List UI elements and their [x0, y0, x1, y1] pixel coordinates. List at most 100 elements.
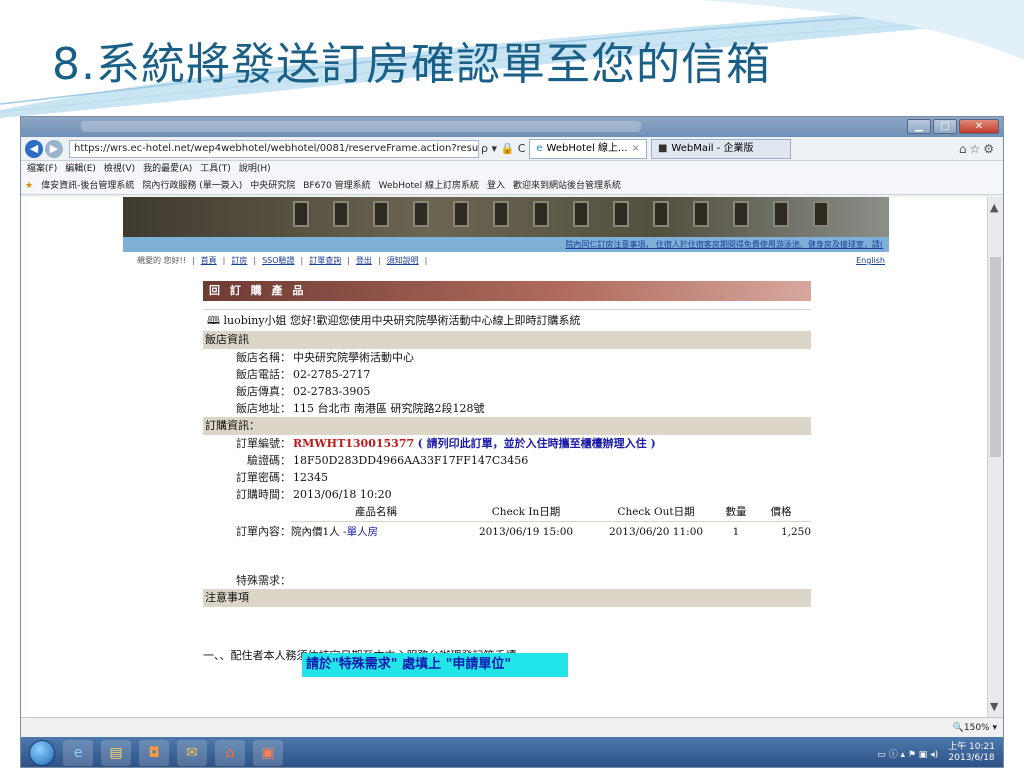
nav-order-query[interactable]: 訂單查詢: [309, 254, 341, 268]
tray-icons[interactable]: ▭ ⓘ ▴ ⚑ ▣ ◂): [877, 747, 938, 760]
star-icon[interactable]: ☆: [969, 142, 983, 156]
favorites-bar: ★ 偉安資訊-後台管理系統 院內行政服務 (單一簽入) 中央研究院 BF670 …: [21, 177, 1003, 195]
vertical-scrollbar[interactable]: ▲ ▼: [987, 197, 1003, 717]
mail-taskbar-icon[interactable]: ✉: [177, 740, 207, 766]
table-header-row: 產品名稱 Check In日期 Check Out日期 數量 價格: [291, 503, 811, 522]
system-tray: ▭ ⓘ ▴ ⚑ ▣ ◂) 上午 10:21 2013/6/18: [877, 742, 995, 764]
hotel-phone: 02-2785-2717: [293, 368, 371, 381]
minimize-button[interactable]: ▁: [907, 119, 931, 134]
page-viewport: 院內同仁訂房注意事項， 住宿人於住宿客房期間得免費使用游泳池、健身房及撞球室，請…: [21, 197, 989, 717]
order-number-note: ( 請列印此訂單，並於入住時攜至櫃檯辦理入住 ): [417, 437, 656, 450]
english-link[interactable]: English: [856, 254, 889, 268]
product-qty: 1: [732, 525, 740, 538]
window-titlebar: ▁ □ ✕: [21, 117, 1003, 137]
product-checkout: 2013/06/20 11:00: [608, 525, 704, 538]
special-request-callout: 請於"特殊需求" 處填上 "申請單位": [302, 653, 568, 677]
order-number: RMWHT130015377: [293, 437, 415, 450]
hotel-fax-label: 飯店傳真：: [236, 385, 291, 398]
hotel-address: 115 台北市 南港區 研究院路2段128號: [293, 402, 485, 415]
gear-icon[interactable]: ⚙: [983, 142, 997, 156]
menu-tools[interactable]: 工具(T): [200, 161, 231, 177]
nav-logout[interactable]: 登出: [356, 254, 372, 268]
site-nav-row: 親愛的 您好!! | 首頁 | 訂房 | SSO驗證 | 訂單查詢 | 登出 | 須知說明…: [123, 254, 889, 268]
nav-sso[interactable]: SSO驗證: [262, 254, 294, 268]
fav-item[interactable]: 登入: [487, 177, 505, 194]
tab-webhotel[interactable]: e WebHotel 線上... ×: [529, 138, 647, 159]
order-info-heading: 訂購資訊：: [203, 417, 811, 435]
menu-favorites[interactable]: 我的最愛(A): [143, 161, 192, 177]
menu-bar: 檔案(F) 編輯(E) 檢視(V) 我的最愛(A) 工具(T) 說明(H): [21, 161, 1003, 177]
menu-file[interactable]: 檔案(F): [27, 161, 57, 177]
nav-instructions[interactable]: 須知說明: [387, 254, 419, 268]
fav-item[interactable]: 歡迎來到網站後台管理系統: [513, 177, 621, 194]
col-checkout: Check Out日期: [591, 503, 721, 522]
product-price: 1,250: [780, 525, 811, 538]
order-section-header: 回 訂 購 產 品: [203, 281, 811, 301]
forward-button[interactable]: ▶: [45, 139, 63, 158]
verify-code: 18F50D283DD4966AA33F17FF147C3456: [293, 454, 529, 467]
verify-code-label: 驗證碼：: [247, 454, 291, 467]
welcome-message: 🕮 luobiny小姐 您好!歡迎您使用中央研究院學術活動中心線上即時訂購系統: [203, 309, 811, 331]
close-tab-icon[interactable]: ×: [632, 140, 640, 158]
fav-item[interactable]: 院內行政服務 (單一簽入): [142, 177, 242, 194]
order-time-label: 訂購時間：: [236, 488, 291, 501]
fav-item[interactable]: BF670 管理系統: [303, 177, 370, 194]
favorites-star-icon[interactable]: ★: [25, 177, 33, 194]
order-content-label: 訂單內容：: [236, 524, 291, 538]
ie-tab-icon: e: [536, 142, 543, 154]
nav-booking[interactable]: 訂房: [231, 254, 247, 268]
folder-taskbar-icon[interactable]: ▤: [101, 740, 131, 766]
hotel-phone-label: 飯店電話：: [236, 368, 291, 381]
fav-item[interactable]: 偉安資訊-後台管理系統: [41, 177, 134, 194]
zoom-level[interactable]: 🔍150% ▾: [953, 723, 997, 733]
menu-view[interactable]: 檢視(V): [104, 161, 135, 177]
site-banner-image: [123, 197, 889, 237]
tab-webmail[interactable]: ■ WebMail - 企業版: [650, 138, 791, 159]
nav-home[interactable]: 首頁: [201, 254, 217, 268]
hotel-name-label: 飯店名稱：: [236, 351, 291, 364]
book-icon: 🕮: [207, 314, 224, 327]
order-time: 2013/06/18 10:20: [293, 488, 392, 501]
col-product-name: 產品名稱: [291, 503, 461, 522]
product-checkin: 2013/06/19 15:00: [478, 525, 574, 538]
address-tools[interactable]: ρ ▾ 🔒 C: [481, 142, 525, 155]
outlook-taskbar-icon[interactable]: ◘: [139, 740, 169, 766]
special-request-label: 特殊需求：: [236, 573, 291, 587]
taskbar: e ▤ ◘ ✉ ⌂ ▣ ▭ ⓘ ▴ ⚑ ▣ ◂) 上午 10:21 2013/6…: [21, 737, 1003, 767]
arrow-right-icon: ▶: [49, 142, 59, 155]
menu-edit[interactable]: 編輯(E): [65, 161, 96, 177]
notice-link[interactable]: 院內同仁訂房注意事項， 住宿人於住宿客房期間得免費使用游泳池、健身房及撞球室，請…: [123, 237, 889, 252]
close-button[interactable]: ✕: [959, 119, 999, 134]
clock[interactable]: 上午 10:21 2013/6/18: [948, 742, 995, 764]
menu-help[interactable]: 說明(H): [239, 161, 271, 177]
notice-heading: 注意事項: [203, 588, 811, 607]
hotel-name: 中央研究院學術活動中心: [293, 351, 414, 364]
col-checkin: Check In日期: [461, 503, 591, 522]
product-table: 產品名稱 Check In日期 Check Out日期 數量 價格: [291, 503, 811, 522]
browser-tool-icons[interactable]: ⌂☆⚙: [959, 142, 997, 156]
home-taskbar-icon[interactable]: ⌂: [215, 740, 245, 766]
arrow-left-icon: ◀: [29, 142, 39, 155]
special-request-field[interactable]: [291, 572, 293, 589]
order-password: 12345: [293, 471, 328, 484]
browser-window: ▁ □ ✕ ◀ ▶ https://wrs.ec-hotel.net/wep4w…: [20, 116, 1004, 768]
fav-item[interactable]: WebHotel 線上訂房系統: [379, 177, 479, 194]
powerpoint-taskbar-icon[interactable]: ▣: [253, 740, 283, 766]
ie-taskbar-icon[interactable]: e: [63, 740, 93, 766]
scrollbar-thumb[interactable]: [990, 257, 1001, 457]
hotel-address-label: 飯店地址：: [236, 402, 291, 415]
back-button[interactable]: ◀: [25, 139, 43, 158]
home-icon[interactable]: ⌂: [959, 142, 970, 156]
table-row: 院內價1人 -單人房 2013/06/19 15:00 2013/06/20 1…: [291, 522, 811, 542]
col-qty: 數量: [721, 503, 751, 522]
hotel-fax: 02-2783-3905: [293, 385, 371, 398]
scroll-down-icon[interactable]: ▼: [990, 700, 998, 713]
start-button[interactable]: [29, 740, 55, 766]
webmail-tab-icon: ■: [657, 142, 668, 154]
maximize-button[interactable]: □: [933, 119, 957, 134]
scroll-up-icon[interactable]: ▲: [990, 201, 998, 214]
order-number-label: 訂單編號：: [236, 437, 291, 450]
product-room-link[interactable]: 單人房: [347, 526, 379, 538]
fav-item[interactable]: 中央研究院: [250, 177, 295, 194]
address-bar[interactable]: https://wrs.ec-hotel.net/wep4webhotel/we…: [69, 139, 479, 158]
